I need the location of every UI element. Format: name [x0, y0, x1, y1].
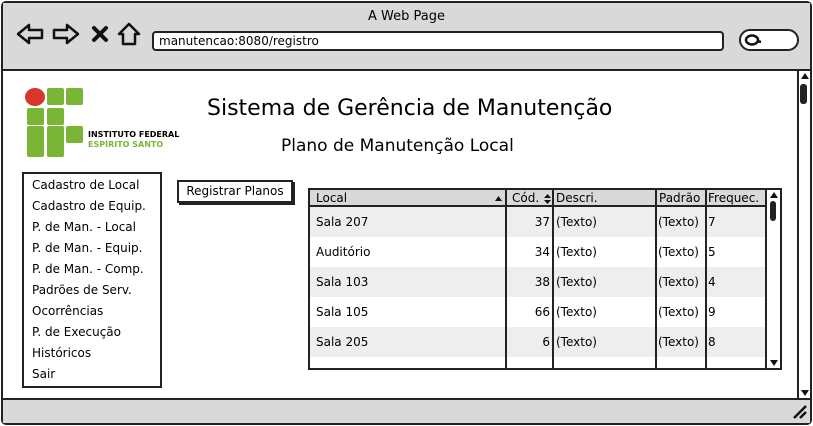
- scroll-down-icon[interactable]: [800, 388, 810, 398]
- table-row[interactable]: Sala 103 38 (Texto) (Texto) 4: [310, 267, 765, 297]
- table-cell: Sala 105: [316, 305, 369, 319]
- table-cell: 5: [708, 245, 716, 259]
- table-cell: (Texto): [556, 275, 597, 289]
- scroll-down-icon[interactable]: [769, 358, 779, 368]
- back-icon[interactable]: [16, 21, 44, 47]
- menu-item-p-execucao[interactable]: P. de Execução: [32, 325, 121, 339]
- table-cell: 38: [534, 275, 550, 289]
- column-header-local[interactable]: Local: [310, 190, 506, 207]
- column-header-cod[interactable]: Cód.: [506, 190, 554, 207]
- table-cell: (Texto): [556, 215, 597, 229]
- table-cell: 66: [534, 305, 550, 319]
- status-bar: [3, 398, 810, 423]
- column-header-padrao[interactable]: Padrão: [656, 190, 706, 207]
- stop-icon[interactable]: [90, 21, 110, 47]
- search-field[interactable]: [739, 29, 799, 51]
- scroll-up-icon[interactable]: [769, 190, 779, 200]
- table-cell: 34: [534, 245, 550, 259]
- table-row[interactable]: Auditório 34 (Texto) (Texto) 5: [310, 237, 765, 267]
- resize-grip-icon[interactable]: [790, 402, 808, 420]
- page-scrollbar[interactable]: [797, 71, 810, 398]
- column-header-descricao[interactable]: Descri.: [554, 190, 656, 207]
- menu-item-cadastro-local[interactable]: Cadastro de Local: [32, 178, 139, 192]
- column-header-frequencia[interactable]: Frequec.: [706, 190, 765, 207]
- table-row[interactable]: Sala 205 6 (Texto) (Texto) 8: [310, 327, 765, 357]
- menu-item-cadastro-equip[interactable]: Cadastro de Equip.: [32, 199, 146, 213]
- table-row[interactable]: Sala 207 37 (Texto) (Texto) 7: [310, 207, 765, 237]
- register-plans-button[interactable]: Registrar Planos: [177, 180, 293, 203]
- menu-item-padroes-serv[interactable]: Padrões de Serv.: [32, 283, 132, 297]
- menu-item-ocorrencias[interactable]: Ocorrências: [32, 304, 103, 318]
- table-cell: Auditório: [316, 245, 371, 259]
- page-subtitle: Plano de Manutenção Local: [281, 136, 514, 156]
- header-label: Cód.: [512, 191, 540, 205]
- menu-item-pman-equip[interactable]: P. de Man. - Equip.: [32, 241, 142, 255]
- menu-item-sair[interactable]: Sair: [32, 367, 55, 381]
- table-cell: 4: [708, 275, 716, 289]
- table-cell: Sala 103: [316, 275, 369, 289]
- table-row[interactable]: Sala 105 66 (Texto) (Texto) 9: [310, 297, 765, 327]
- table-cell: 7: [708, 215, 716, 229]
- table-cell: (Texto): [658, 335, 699, 349]
- side-menu: Cadastro de Local Cadastro de Equip. P. …: [22, 172, 162, 388]
- table-cell: (Texto): [658, 275, 699, 289]
- search-icon: [744, 34, 762, 46]
- header-label: Local: [316, 191, 348, 205]
- forward-icon[interactable]: [52, 21, 80, 47]
- menu-item-historicos[interactable]: Históricos: [32, 346, 91, 360]
- table-cell: Sala 207: [316, 215, 369, 229]
- page-title: Sistema de Gerência de Manutenção: [207, 96, 613, 121]
- table-scroll-thumb[interactable]: [770, 201, 776, 221]
- logo-text-line1: INSTITUTO FEDERAL: [88, 130, 180, 139]
- table-cell: (Texto): [658, 245, 699, 259]
- sort-icon: [544, 194, 551, 204]
- table-cell: 9: [708, 305, 716, 319]
- address-bar[interactable]: manutencao:8080/registro: [152, 31, 724, 51]
- table-cell: 37: [534, 215, 550, 229]
- table-cell: (Texto): [658, 215, 699, 229]
- table-cell: Sala 205: [316, 335, 369, 349]
- table-cell: (Texto): [556, 305, 597, 319]
- page-scroll-thumb[interactable]: [800, 84, 807, 104]
- table-cell: (Texto): [556, 245, 597, 259]
- sort-asc-icon: [495, 196, 502, 201]
- table-cell: 8: [708, 335, 716, 349]
- table-cell: 6: [542, 335, 550, 349]
- table-cell: (Texto): [556, 335, 597, 349]
- home-icon[interactable]: [116, 21, 142, 47]
- logo-text-line2: ESPÍRITO SANTO: [88, 140, 164, 149]
- scroll-up-icon[interactable]: [800, 71, 810, 81]
- table-cell: (Texto): [658, 305, 699, 319]
- menu-item-pman-local[interactable]: P. de Man. - Local: [32, 220, 136, 234]
- menu-item-pman-comp[interactable]: P. de Man. - Comp.: [32, 262, 144, 276]
- logo-red-dot: [25, 88, 45, 106]
